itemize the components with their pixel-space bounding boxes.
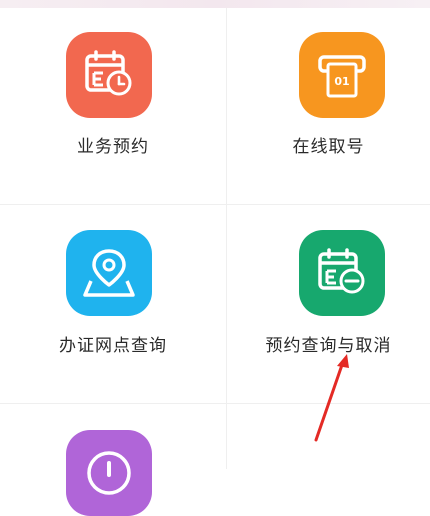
empty-cell (227, 404, 430, 469)
service-office-locator[interactable]: 办证网点查询 (0, 205, 226, 401)
ticket-number-icon: 01 (299, 32, 385, 118)
calendar-clock-icon (66, 32, 152, 118)
service-appointment-query-cancel[interactable]: 预约查询与取消 (227, 205, 430, 401)
service-label: 预约查询与取消 (265, 336, 392, 356)
service-info[interactable] (0, 404, 226, 516)
service-label: 办证网点查询 (59, 336, 167, 356)
info-icon (66, 430, 152, 516)
ticket-number-text: 01 (334, 75, 349, 88)
service-appointment[interactable]: 业务预约 (0, 8, 226, 204)
calendar-cancel-icon (299, 230, 385, 316)
service-online-ticket[interactable]: 01 在线取号 (227, 8, 430, 204)
map-location-icon (66, 230, 152, 316)
top-banner-strip (0, 0, 430, 8)
service-label: 业务预约 (77, 137, 149, 157)
service-label: 在线取号 (292, 137, 365, 157)
